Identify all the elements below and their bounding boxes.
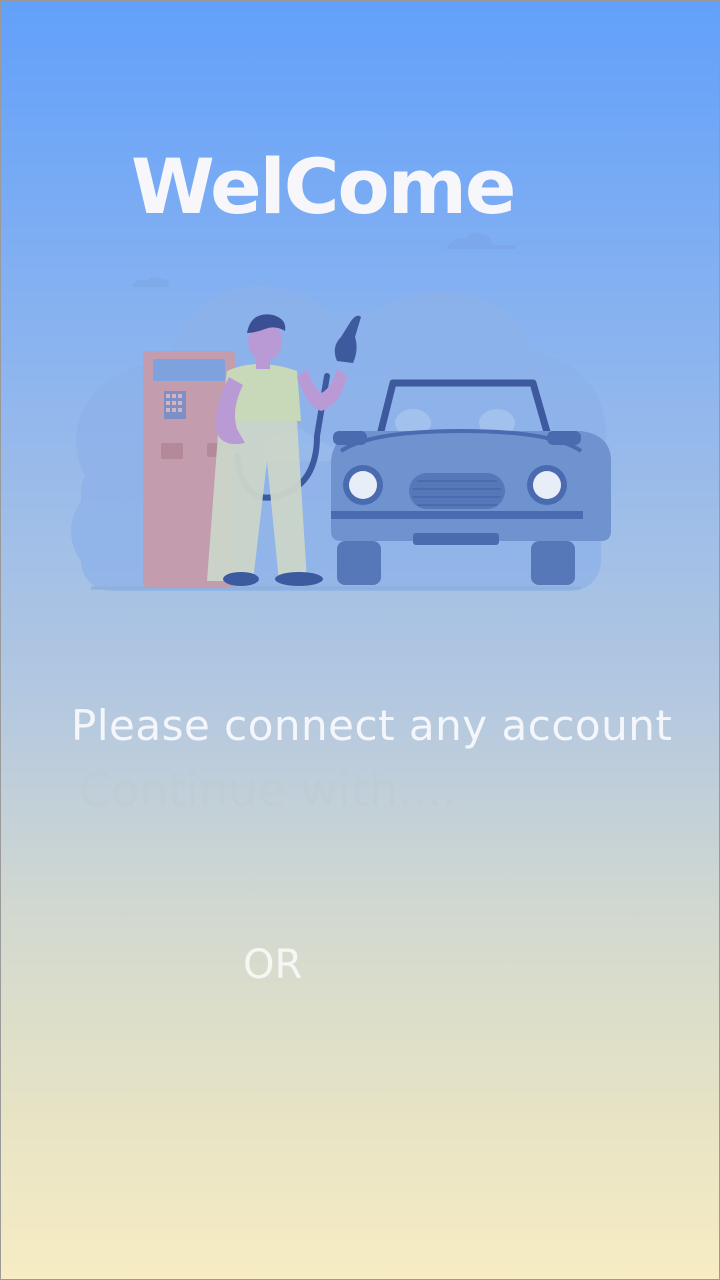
cloud-icon [123,276,169,287]
fuel-station-illustration [71,232,611,591]
welcome-screen: WelCome Please connect any account Conti… [0,0,720,1280]
connect-account-message: Please connect any account [71,701,673,750]
cloud-icon [436,232,516,249]
or-divider-label: OR [243,942,303,988]
continue-with-label: Continue with.... [79,763,457,817]
